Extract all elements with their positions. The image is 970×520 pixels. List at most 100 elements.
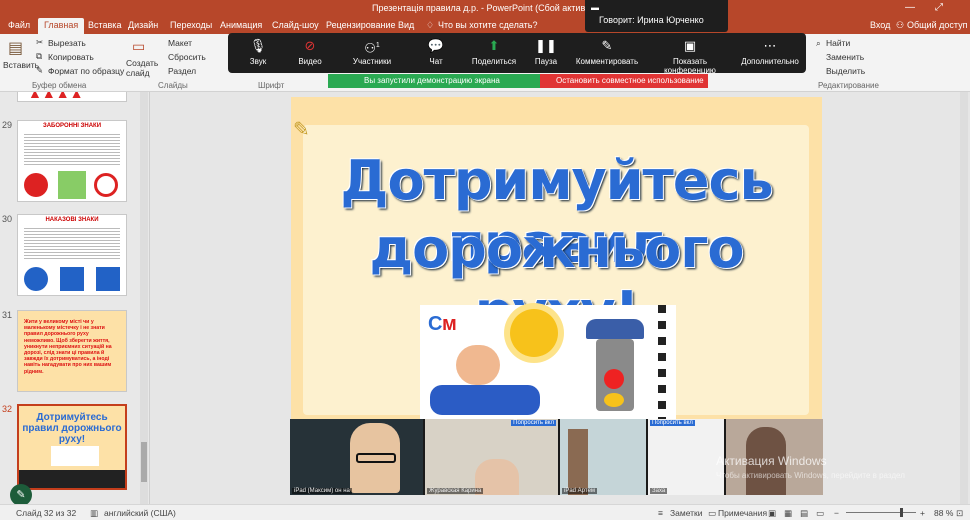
share-label: Поделиться — [471, 57, 517, 66]
audio-button[interactable]: 🎙 Звук — [228, 37, 288, 66]
notes-button[interactable]: Заметки — [670, 508, 703, 518]
slide-picture[interactable]: С м — [420, 305, 676, 419]
font-group-label: Шрифт — [258, 81, 285, 90]
find-button[interactable]: Найти — [826, 38, 850, 48]
fit-to-window-icon[interactable]: ⊡ — [956, 508, 963, 519]
copy-button[interactable]: Копировать — [48, 52, 94, 62]
show-conference-button[interactable]: ▣ Показать конференцию — [646, 37, 734, 75]
warning-sign-icon: ▲▲▲▲ — [28, 92, 84, 101]
pause-share-button[interactable]: ❚❚ Пауза — [516, 37, 576, 66]
restore-button[interactable]: ⤢ — [935, 2, 943, 13]
video-tile-3[interactable]: iPad Артем — [560, 419, 646, 495]
thumbnail-text-lines — [24, 132, 120, 166]
new-slide-button[interactable]: Создать слайд — [126, 58, 158, 78]
layout-button[interactable]: Макет — [168, 38, 192, 48]
more-icon: ⋯ — [763, 38, 777, 53]
tab-animation[interactable]: Анимация — [220, 20, 262, 30]
status-bar: Слайд 32 из 32 ▥ английский (США) ≡ Заме… — [0, 504, 970, 520]
video-button[interactable]: ⊘ Видео — [280, 37, 340, 66]
slideshow-icon[interactable]: ▭ — [816, 508, 824, 519]
striped-baton-icon — [658, 305, 666, 419]
pen-tool-icon[interactable]: ✎ — [10, 484, 32, 504]
tab-transitions[interactable]: Переходы — [170, 20, 212, 30]
slide-thumbnail-panel[interactable]: ▲▲▲▲ 29 ЗАБОРОННІ ЗНАКИ 30 НАКАЗОВІ ЗНАК… — [0, 92, 150, 504]
windows-activation-hint: Чтобы активировать Windows, перейдите в … — [716, 471, 905, 480]
active-speaker-box: ▬ Говорит: Ирина Юрченко — [585, 0, 728, 32]
thumbnail-31[interactable]: Жити у великому місті чи у маленькому мі… — [17, 310, 127, 392]
video-tile-2[interactable]: Попросить вкл Журавская Карина — [425, 419, 558, 495]
share-screen-icon: ⬆ — [488, 38, 500, 53]
thumbnail-28[interactable]: ▲▲▲▲ — [17, 92, 127, 102]
select-button[interactable]: Выделить — [826, 66, 865, 76]
zoom-out-icon[interactable]: − — [834, 508, 839, 518]
chat-icon: 💬 — [427, 38, 445, 53]
annotate-label: Комментировать — [575, 57, 639, 66]
login-link[interactable]: Вход — [870, 20, 890, 30]
slide-editor: ✎ Дотримуйтесь правил дорожнього руху! С… — [151, 92, 970, 504]
slide-number: 30 — [2, 214, 13, 224]
annotate-button[interactable]: ✎ Комментировать — [570, 37, 644, 66]
share-screen-button[interactable]: ⬆ Поделиться — [464, 37, 524, 66]
replace-button[interactable]: Заменить — [826, 52, 864, 62]
tab-file[interactable]: Файл — [8, 20, 30, 30]
clipboard-group-label: Буфер обмена — [32, 81, 87, 90]
tab-home[interactable]: Главная — [38, 18, 85, 34]
share-button[interactable]: Общий доступ — [907, 20, 967, 30]
cm-logo-icon-2: м — [442, 313, 457, 335]
pause-label: Пауза — [534, 57, 558, 66]
tab-insert[interactable]: Вставка — [88, 20, 121, 30]
thumbnail-29[interactable]: ЗАБОРОННІ ЗНАКИ — [17, 120, 127, 202]
tab-review[interactable]: Рецензирование — [326, 20, 396, 30]
participant-name: Заха — [650, 488, 668, 494]
speaker-video-icon: ▬ — [591, 3, 599, 12]
participant-name: iPad Артем — [562, 488, 598, 494]
comments-button[interactable]: Примечания — [718, 508, 767, 518]
zoom-toolbar: 🎙 Звук ⊘ Видео ⚇1 Участники 💬 Чат ⬆ Поделитьс… — [228, 33, 806, 75]
video-off-icon: ⊘ — [304, 38, 316, 53]
reading-view-icon[interactable]: ▤ — [800, 508, 808, 519]
tab-view[interactable]: Вид — [398, 20, 414, 30]
user-icon: ⚇ — [896, 20, 905, 30]
more-button[interactable]: ⋯ Дополнительно — [738, 37, 802, 66]
toy-motorcycle-image — [430, 385, 540, 415]
normal-view-icon[interactable]: ▣ — [768, 508, 776, 519]
participants-icon: ⚇1 — [364, 40, 380, 56]
editor-scrollbar[interactable] — [960, 92, 968, 504]
minimize-button[interactable]: — — [905, 2, 915, 13]
ask-to-start-video-button[interactable]: Попросить вкл — [650, 420, 695, 426]
thumbnail-30[interactable]: НАКАЗОВІ ЗНАКИ — [17, 214, 127, 296]
reset-button[interactable]: Сбросить — [168, 52, 206, 62]
video-tile-4[interactable]: Попросить вкл Заха — [648, 419, 724, 495]
panel-scrollbar-thumb[interactable] — [141, 442, 147, 482]
thumbnail-title: НАКАЗОВІ ЗНАКИ — [45, 217, 99, 223]
pencils-icon: ✎ — [293, 119, 310, 141]
thumbnail-32-selected[interactable]: Дотримуйтесь правил дорожнього руху! — [17, 404, 127, 490]
tab-slideshow[interactable]: Слайд-шоу — [272, 20, 319, 30]
paste-button[interactable]: Вставить — [3, 60, 39, 70]
language-indicator[interactable]: английский (США) — [104, 508, 176, 518]
pedestrian-sign-icon — [24, 267, 48, 291]
ask-to-start-video-button[interactable]: Попросить вкл — [511, 420, 556, 426]
chat-button[interactable]: 💬 Чат — [406, 37, 466, 66]
format-painter-button[interactable]: Формат по образцу — [48, 66, 124, 76]
zoom-slider[interactable] — [846, 512, 916, 513]
tab-design[interactable]: Дизайн — [128, 20, 158, 30]
stop-share-button[interactable]: Остановить совместное использование — [540, 74, 708, 88]
slide-sorter-icon[interactable]: ▦ — [784, 508, 792, 519]
zoom-slider-thumb[interactable] — [900, 508, 903, 517]
thumbnail-title: Дотримуйтесь правил дорожнього руху! — [22, 412, 122, 445]
police-cap-icon — [586, 319, 644, 339]
red-light-icon — [604, 369, 624, 389]
cut-button[interactable]: Вырезать — [48, 38, 86, 48]
pause-icon: ❚❚ — [535, 38, 557, 53]
comments-icon: ▭ — [708, 508, 717, 518]
tell-me-box[interactable]: Что вы хотите сделать? — [438, 20, 538, 30]
section-button[interactable]: Раздел — [168, 66, 196, 76]
participant-silhouette — [568, 429, 588, 495]
current-slide[interactable]: ✎ Дотримуйтесь правил дорожнього руху! С… — [291, 97, 822, 419]
participants-button[interactable]: ⚇1 Участники — [342, 37, 402, 66]
spellcheck-icon[interactable]: ▥ — [90, 508, 98, 519]
zoom-level[interactable]: 88 % — [934, 508, 953, 518]
zoom-in-icon[interactable]: + — [920, 508, 925, 518]
video-tile-1[interactable]: iPad (Максим) он на — [290, 419, 423, 495]
